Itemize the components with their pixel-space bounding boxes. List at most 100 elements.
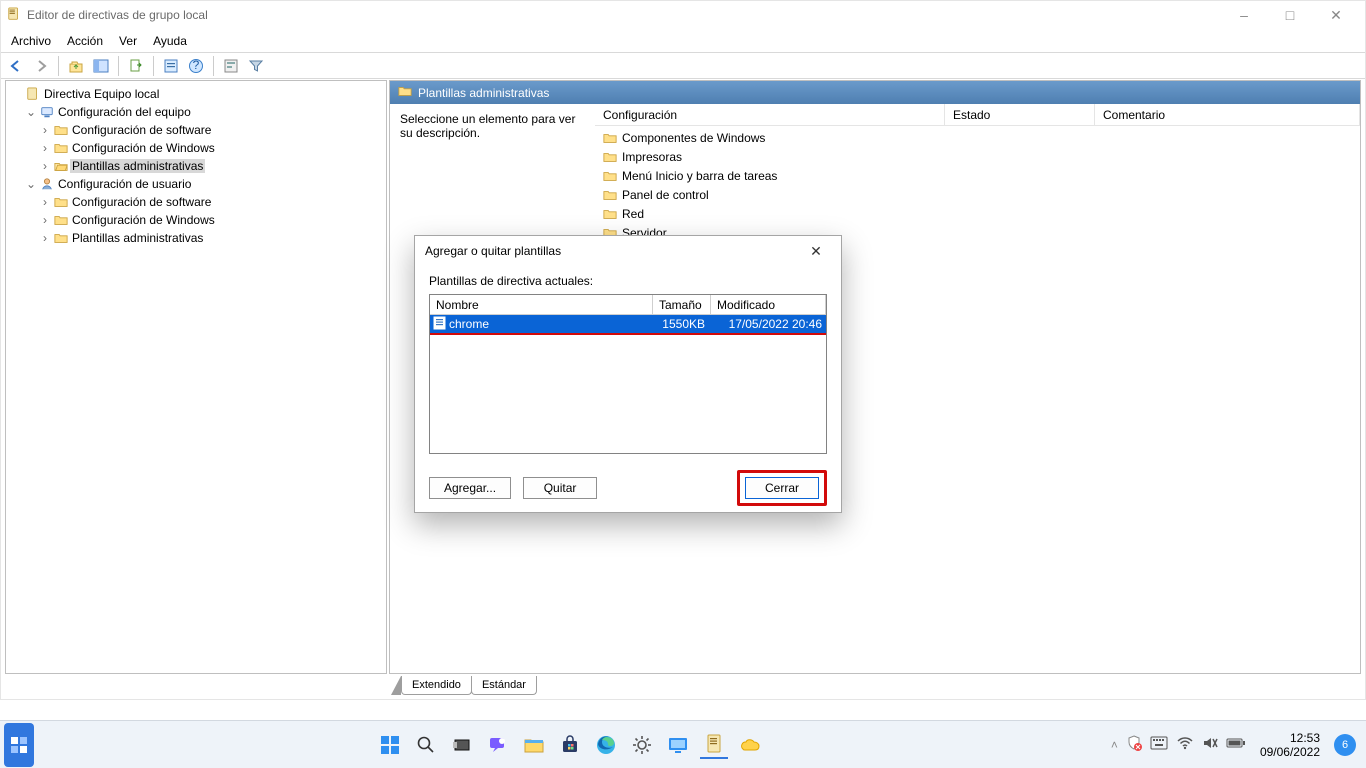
close-icon[interactable]: ✕: [801, 243, 831, 260]
taskbar[interactable]: ˄ 12:53 09/06/2022 6: [0, 720, 1366, 768]
menu-ver[interactable]: Ver: [119, 34, 137, 48]
tree-us-admin-templates[interactable]: › Plantillas administrativas: [8, 229, 384, 247]
chat-button[interactable]: [484, 731, 512, 759]
folder-open-icon: [52, 160, 70, 172]
list-item[interactable]: Impresoras: [595, 147, 1360, 166]
column-configuracion[interactable]: Configuración: [595, 104, 945, 125]
tree-us-windows[interactable]: › Configuración de Windows: [8, 211, 384, 229]
templates-list[interactable]: Nombre Tamaño Modificado chrome 1550KB 1…: [429, 294, 827, 454]
window-title: Editor de directivas de grupo local: [27, 8, 208, 22]
help-button[interactable]: ?: [185, 55, 207, 77]
list-body: Componentes de Windows Impresoras Menú I…: [595, 126, 1360, 244]
list-item[interactable]: Componentes de Windows: [595, 128, 1360, 147]
folder-icon: [603, 151, 617, 163]
minimize-button[interactable]: –: [1221, 7, 1267, 23]
window-titlebar[interactable]: Editor de directivas de grupo local – □ …: [1, 1, 1365, 29]
filter-button[interactable]: [245, 55, 267, 77]
show-hide-tree-button[interactable]: [90, 55, 112, 77]
wifi-icon[interactable]: [1176, 736, 1194, 753]
back-button[interactable]: [5, 55, 27, 77]
store-button[interactable]: [556, 731, 584, 759]
expand-icon[interactable]: ›: [38, 231, 52, 245]
dialog-buttons: Agregar... Quitar Cerrar: [429, 470, 827, 506]
settings-button[interactable]: [628, 731, 656, 759]
notifications-badge[interactable]: 6: [1334, 734, 1356, 756]
expand-icon[interactable]: ›: [38, 123, 52, 137]
template-row-chrome[interactable]: chrome 1550KB 17/05/2022 20:46: [430, 315, 826, 333]
keyboard-language-icon[interactable]: [1150, 736, 1168, 753]
volume-icon[interactable]: [1202, 736, 1218, 753]
list-headers: Configuración Estado Comentario: [595, 104, 1360, 126]
tree-us-software[interactable]: › Configuración de software: [8, 193, 384, 211]
chevron-up-icon[interactable]: ˄: [1111, 738, 1118, 752]
col-modified[interactable]: Modificado: [711, 295, 826, 314]
up-button[interactable]: [65, 55, 87, 77]
clock[interactable]: 12:53 09/06/2022: [1254, 731, 1326, 759]
properties-button[interactable]: [160, 55, 182, 77]
battery-icon[interactable]: [1226, 737, 1246, 752]
list-item[interactable]: Menú Inicio y barra de tareas: [595, 166, 1360, 185]
remove-button[interactable]: Quitar: [523, 477, 597, 499]
folder-icon: [603, 170, 617, 182]
maximize-button[interactable]: □: [1267, 7, 1313, 23]
explorer-button[interactable]: [520, 731, 548, 759]
tree-equipo[interactable]: ⌄ Configuración del equipo: [8, 103, 384, 121]
dialog-body: Plantillas de directiva actuales: Nombre…: [415, 266, 841, 516]
menubar: Archivo Acción Ver Ayuda: [1, 29, 1365, 53]
tab-extended[interactable]: Extendido: [401, 676, 472, 695]
collapse-icon[interactable]: ⌄: [24, 105, 38, 119]
computer-icon: [38, 105, 56, 119]
menu-ayuda[interactable]: Ayuda: [153, 34, 187, 48]
tree-eq-software[interactable]: › Configuración de software: [8, 121, 384, 139]
folder-icon: [52, 124, 70, 136]
add-button[interactable]: Agregar...: [429, 477, 511, 499]
templates-list-header: Nombre Tamaño Modificado: [430, 295, 826, 315]
close-button[interactable]: ✕: [1313, 7, 1359, 24]
system-tray[interactable]: ˄ 12:53 09/06/2022 6: [1101, 731, 1366, 759]
gpedit-icon: [7, 7, 21, 24]
collapse-icon[interactable]: ⌄: [24, 177, 38, 191]
export-button[interactable]: [125, 55, 147, 77]
close-button[interactable]: Cerrar: [745, 477, 819, 499]
dialog-titlebar[interactable]: Agregar o quitar plantillas ✕: [415, 236, 841, 266]
expand-icon[interactable]: ›: [38, 213, 52, 227]
policy-icon: [24, 87, 42, 101]
tree-usuario[interactable]: ⌄ Configuración de usuario: [8, 175, 384, 193]
panel-title: Plantillas administrativas: [418, 86, 549, 100]
view-tabs: Extendido Estándar: [391, 676, 536, 696]
widgets-button[interactable]: [4, 723, 34, 767]
col-name[interactable]: Nombre: [430, 295, 653, 314]
expand-icon[interactable]: ›: [38, 141, 52, 155]
tree-eq-admin-templates[interactable]: › Plantillas administrativas: [8, 157, 384, 175]
tab-standard[interactable]: Estándar: [471, 676, 537, 695]
start-button[interactable]: [376, 731, 404, 759]
tree-eq-windows[interactable]: › Configuración de Windows: [8, 139, 384, 157]
security-icon[interactable]: [1126, 735, 1142, 754]
col-size[interactable]: Tamaño: [653, 295, 711, 314]
expand-icon[interactable]: ›: [38, 195, 52, 209]
mstsc-button[interactable]: [664, 731, 692, 759]
edge-button[interactable]: [592, 731, 620, 759]
menu-archivo[interactable]: Archivo: [11, 34, 51, 48]
list-item[interactable]: Panel de control: [595, 185, 1360, 204]
filter-options-button[interactable]: [220, 55, 242, 77]
column-estado[interactable]: Estado: [945, 104, 1095, 125]
clock-time: 12:53: [1260, 731, 1320, 745]
tree-root[interactable]: Directiva Equipo local: [8, 85, 384, 103]
clock-date: 09/06/2022: [1260, 745, 1320, 759]
add-remove-templates-dialog: Agregar o quitar plantillas ✕ Plantillas…: [414, 235, 842, 513]
gpedit-button[interactable]: [700, 731, 728, 759]
close-button-highlight: Cerrar: [737, 470, 827, 506]
expand-icon[interactable]: ›: [38, 159, 52, 173]
template-modified: 17/05/2022 20:46: [711, 317, 826, 331]
dialog-subtitle: Plantillas de directiva actuales:: [429, 274, 827, 288]
svg-text:?: ?: [193, 58, 200, 72]
taskview-button[interactable]: [448, 731, 476, 759]
menu-accion[interactable]: Acción: [67, 34, 103, 48]
list-item[interactable]: Red: [595, 204, 1360, 223]
forward-button[interactable]: [30, 55, 52, 77]
navigation-tree[interactable]: Directiva Equipo local ⌄ Configuración d…: [5, 80, 387, 674]
search-button[interactable]: [412, 731, 440, 759]
onedrive-button[interactable]: [736, 731, 764, 759]
column-comentario[interactable]: Comentario: [1095, 104, 1360, 125]
